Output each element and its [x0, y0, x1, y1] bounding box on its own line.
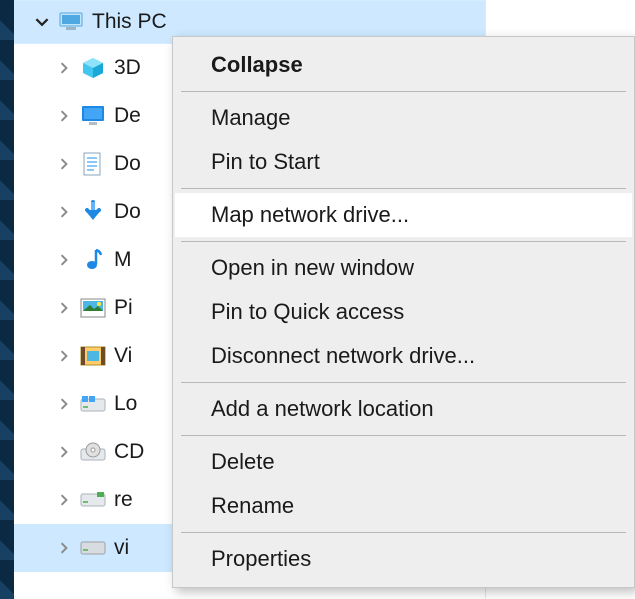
menu-separator	[181, 532, 626, 533]
chevron-right-icon[interactable]	[54, 158, 74, 170]
drive-icon	[80, 535, 106, 561]
cd-drive-icon	[80, 439, 106, 465]
chevron-right-icon[interactable]	[54, 302, 74, 314]
pictures-icon	[80, 295, 106, 321]
chevron-down-icon[interactable]	[32, 15, 52, 29]
chevron-right-icon[interactable]	[54, 542, 74, 554]
chevron-right-icon[interactable]	[54, 206, 74, 218]
menu-item-delete[interactable]: Delete	[175, 440, 632, 484]
chevron-right-icon[interactable]	[54, 494, 74, 506]
menu-item-disconnect-network-drive[interactable]: Disconnect network drive...	[175, 334, 632, 378]
local-disk-icon	[80, 391, 106, 417]
menu-separator	[181, 435, 626, 436]
videos-icon	[80, 343, 106, 369]
chevron-right-icon[interactable]	[54, 62, 74, 74]
menu-item-pin-to-start[interactable]: Pin to Start	[175, 140, 632, 184]
tree-item-label: Lo	[112, 392, 137, 416]
downloads-icon	[80, 199, 106, 225]
tree-item-label: vi	[112, 536, 129, 560]
music-icon	[80, 247, 106, 273]
tree-item-label: M	[112, 248, 132, 272]
network-drive-icon	[80, 487, 106, 513]
chevron-right-icon[interactable]	[54, 254, 74, 266]
documents-icon	[80, 151, 106, 177]
menu-item-map-network-drive[interactable]: Map network drive...	[175, 193, 632, 237]
computer-icon	[58, 9, 84, 35]
menu-item-properties[interactable]: Properties	[175, 537, 632, 581]
3d-objects-icon	[80, 55, 106, 81]
menu-item-manage[interactable]: Manage	[175, 96, 632, 140]
menu-separator	[181, 91, 626, 92]
tree-item-label: Pi	[112, 296, 133, 320]
context-menu: Collapse Manage Pin to Start Map network…	[172, 36, 635, 588]
menu-separator	[181, 188, 626, 189]
chevron-right-icon[interactable]	[54, 110, 74, 122]
tree-item-label: Vi	[112, 344, 132, 368]
tree-item-label: This PC	[90, 10, 167, 34]
tree-item-label: re	[112, 488, 133, 512]
tree-item-label: 3D	[112, 56, 141, 80]
window-edge-decoration	[0, 0, 14, 599]
menu-item-collapse[interactable]: Collapse	[175, 43, 632, 87]
desktop-icon	[80, 103, 106, 129]
chevron-right-icon[interactable]	[54, 398, 74, 410]
menu-item-rename[interactable]: Rename	[175, 484, 632, 528]
tree-item-label: De	[112, 104, 141, 128]
tree-item-label: Do	[112, 200, 141, 224]
tree-item-label: CD	[112, 440, 144, 464]
chevron-right-icon[interactable]	[54, 350, 74, 362]
menu-item-open-new-window[interactable]: Open in new window	[175, 246, 632, 290]
menu-separator	[181, 241, 626, 242]
menu-separator	[181, 382, 626, 383]
chevron-right-icon[interactable]	[54, 446, 74, 458]
menu-item-pin-quick-access[interactable]: Pin to Quick access	[175, 290, 632, 334]
menu-item-add-network-location[interactable]: Add a network location	[175, 387, 632, 431]
tree-item-label: Do	[112, 152, 141, 176]
